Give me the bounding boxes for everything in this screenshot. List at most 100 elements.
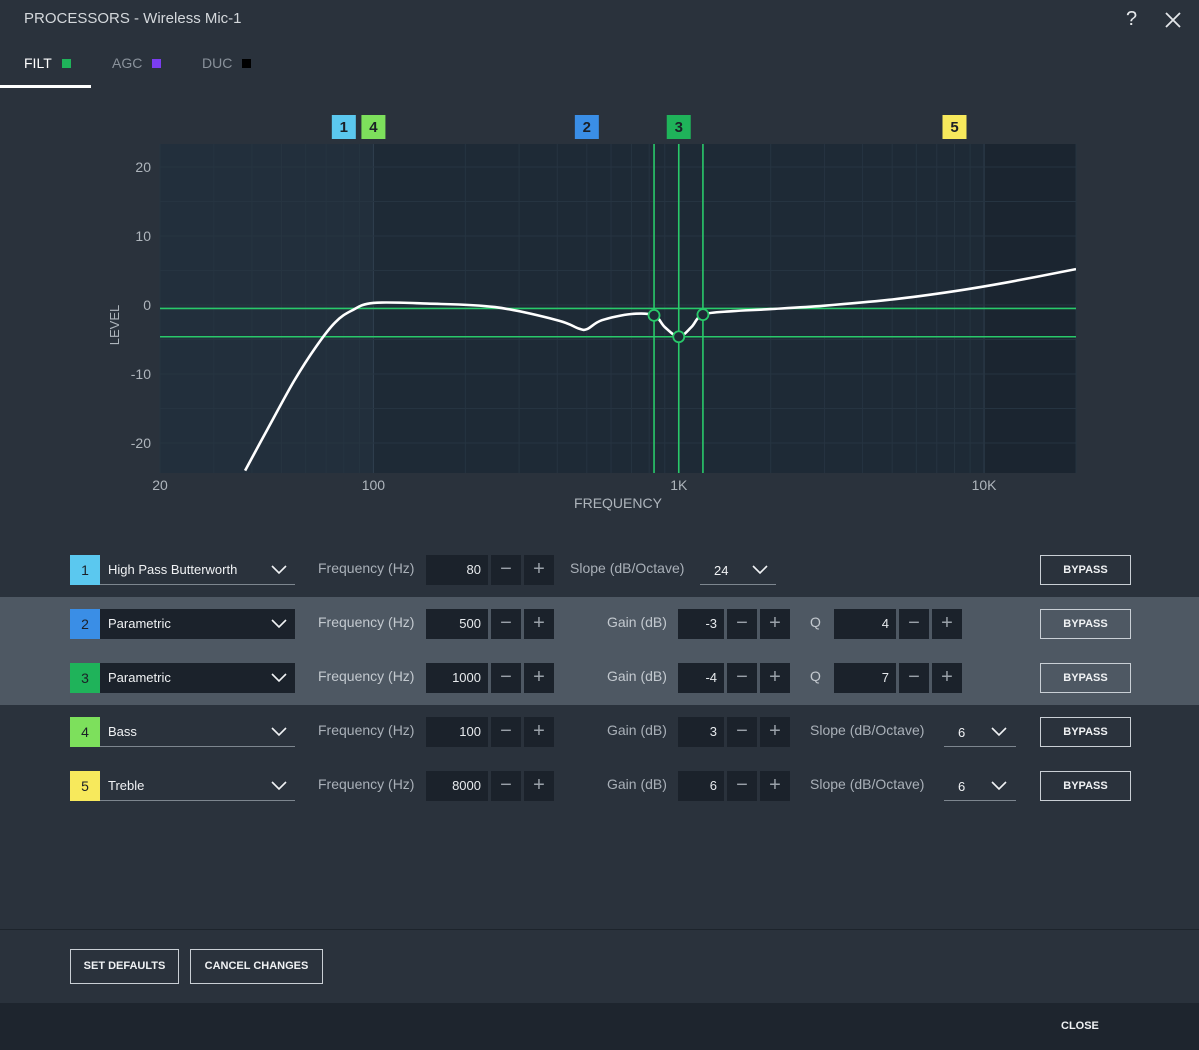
gain-label: Gain (dB) bbox=[607, 614, 667, 630]
title-bar: PROCESSORS - Wireless Mic-1 ? bbox=[0, 0, 1199, 40]
gain-input[interactable]: -4 bbox=[678, 663, 724, 693]
slope-value: 24 bbox=[714, 563, 729, 578]
frequency-decrement-button[interactable]: − bbox=[491, 663, 521, 693]
frequency-input[interactable]: 80 bbox=[426, 555, 488, 585]
slope-select[interactable]: 24 bbox=[700, 555, 776, 585]
gain-increment-button[interactable]: + bbox=[760, 717, 790, 747]
chevron-down-icon bbox=[991, 781, 1007, 791]
x-axis-label: FREQUENCY bbox=[574, 495, 663, 511]
tab-duc[interactable]: DUC bbox=[202, 40, 252, 88]
bypass-button[interactable]: BYPASS bbox=[1040, 663, 1131, 693]
x-tick-label: 20 bbox=[152, 477, 168, 493]
frequency-decrement-button[interactable]: − bbox=[491, 717, 521, 747]
frequency-label: Frequency (Hz) bbox=[318, 668, 415, 684]
processor-tabs: FILT AGC DUC bbox=[0, 40, 1199, 88]
y-tick-label: 20 bbox=[135, 159, 151, 175]
filter-marker-label: 2 bbox=[583, 119, 591, 136]
filter-marker-label: 5 bbox=[950, 119, 958, 136]
q-increment-button[interactable]: + bbox=[932, 663, 962, 693]
frequency-input[interactable]: 8000 bbox=[426, 771, 488, 801]
tab-filt[interactable]: FILT bbox=[0, 40, 91, 88]
q-decrement-button[interactable]: − bbox=[899, 663, 929, 693]
gain-label: Gain (dB) bbox=[607, 668, 667, 684]
band-drag-handle[interactable] bbox=[696, 308, 710, 322]
gain-increment-button[interactable]: + bbox=[760, 771, 790, 801]
tab-agc[interactable]: AGC bbox=[112, 40, 162, 88]
tab-color-swatch bbox=[61, 59, 71, 68]
frequency-increment-button[interactable]: + bbox=[524, 609, 554, 639]
filter-marker-label: 1 bbox=[340, 119, 348, 136]
frequency-increment-button[interactable]: + bbox=[524, 555, 554, 585]
frequency-label: Frequency (Hz) bbox=[318, 776, 415, 792]
bypass-button[interactable]: BYPASS bbox=[1040, 609, 1131, 639]
bypass-button[interactable]: BYPASS bbox=[1040, 717, 1131, 747]
close-button[interactable]: CLOSE bbox=[1061, 1020, 1099, 1032]
frequency-input[interactable]: 500 bbox=[426, 609, 488, 639]
filter-number-badge: 2 bbox=[70, 609, 100, 639]
chevron-down-icon bbox=[271, 673, 287, 683]
q-label: Q bbox=[810, 668, 821, 684]
frequency-label: Frequency (Hz) bbox=[318, 722, 415, 738]
gain-decrement-button[interactable]: − bbox=[727, 663, 757, 693]
gain-input[interactable]: -3 bbox=[678, 609, 724, 639]
frequency-decrement-button[interactable]: − bbox=[491, 609, 521, 639]
x-tick-label: 100 bbox=[362, 477, 386, 493]
slope-select[interactable]: 6 bbox=[944, 771, 1016, 801]
frequency-input[interactable]: 100 bbox=[426, 717, 488, 747]
gain-increment-button[interactable]: + bbox=[760, 609, 790, 639]
close-icon[interactable] bbox=[1163, 10, 1183, 30]
y-tick-label: 10 bbox=[135, 228, 151, 244]
filter-type-value: High Pass Butterworth bbox=[108, 562, 238, 577]
gain-decrement-button[interactable]: − bbox=[727, 609, 757, 639]
set-defaults-button[interactable]: SET DEFAULTS bbox=[70, 949, 179, 984]
filter-row-5: 5 Treble Frequency (Hz) 8000 − + Gain (d… bbox=[0, 759, 1199, 813]
filter-row-3: 3 Parametric Frequency (Hz) 1000 − + Gai… bbox=[0, 651, 1199, 705]
tab-label: AGC bbox=[112, 55, 143, 71]
filter-number-badge: 5 bbox=[70, 771, 100, 801]
chevron-down-icon bbox=[271, 781, 287, 791]
y-axis-label: LEVEL bbox=[107, 305, 122, 345]
q-decrement-button[interactable]: − bbox=[899, 609, 929, 639]
filter-type-value: Treble bbox=[108, 778, 145, 793]
band-drag-handle[interactable] bbox=[672, 330, 686, 344]
gain-decrement-button[interactable]: − bbox=[727, 771, 757, 801]
filter-marker-label: 3 bbox=[675, 119, 683, 136]
frequency-input[interactable]: 1000 bbox=[426, 663, 488, 693]
frequency-increment-button[interactable]: + bbox=[524, 771, 554, 801]
frequency-increment-button[interactable]: + bbox=[524, 717, 554, 747]
x-tick-label: 10K bbox=[972, 477, 998, 493]
chevron-down-icon bbox=[991, 727, 1007, 737]
slope-value: 6 bbox=[958, 725, 966, 740]
y-tick-label: 0 bbox=[143, 297, 151, 313]
tab-color-swatch bbox=[242, 59, 252, 68]
q-input[interactable]: 4 bbox=[834, 609, 896, 639]
bypass-button[interactable]: BYPASS bbox=[1040, 771, 1131, 801]
gain-increment-button[interactable]: + bbox=[760, 663, 790, 693]
bypass-button[interactable]: BYPASS bbox=[1040, 555, 1131, 585]
gain-decrement-button[interactable]: − bbox=[727, 717, 757, 747]
frequency-decrement-button[interactable]: − bbox=[491, 555, 521, 585]
filter-row-1: 1 High Pass Butterworth Frequency (Hz) 8… bbox=[0, 543, 1199, 597]
frequency-increment-button[interactable]: + bbox=[524, 663, 554, 693]
frequency-label: Frequency (Hz) bbox=[318, 560, 415, 576]
filter-number-badge: 4 bbox=[70, 717, 100, 747]
q-increment-button[interactable]: + bbox=[932, 609, 962, 639]
footer-bar: CLOSE bbox=[0, 1003, 1199, 1050]
filter-type-select[interactable]: Parametric bbox=[100, 663, 295, 693]
help-icon[interactable]: ? bbox=[1126, 8, 1137, 31]
filter-type-select[interactable]: High Pass Butterworth bbox=[100, 555, 295, 585]
cancel-changes-button[interactable]: CANCEL CHANGES bbox=[190, 949, 323, 984]
slope-select[interactable]: 6 bbox=[944, 717, 1016, 747]
filter-type-select[interactable]: Parametric bbox=[100, 609, 295, 639]
chevron-down-icon bbox=[752, 565, 768, 575]
frequency-decrement-button[interactable]: − bbox=[491, 771, 521, 801]
filter-type-select[interactable]: Treble bbox=[100, 771, 295, 801]
band-drag-handle[interactable] bbox=[647, 308, 661, 322]
q-input[interactable]: 7 bbox=[834, 663, 896, 693]
gain-input[interactable]: 6 bbox=[678, 771, 724, 801]
slope-value: 6 bbox=[958, 779, 966, 794]
filter-type-select[interactable]: Bass bbox=[100, 717, 295, 747]
eq-chart-area: 20 10 0 -10 -20 20 100 1K 10K FREQUENCY LEVEL 1 4 2 3 5 bbox=[0, 88, 1199, 528]
gain-input[interactable]: 3 bbox=[678, 717, 724, 747]
eq-response-chart[interactable]: 20100-10-2020 100 1K 10KFREQUENCYLEVEL1 4 2 3 5 bbox=[0, 88, 1199, 528]
